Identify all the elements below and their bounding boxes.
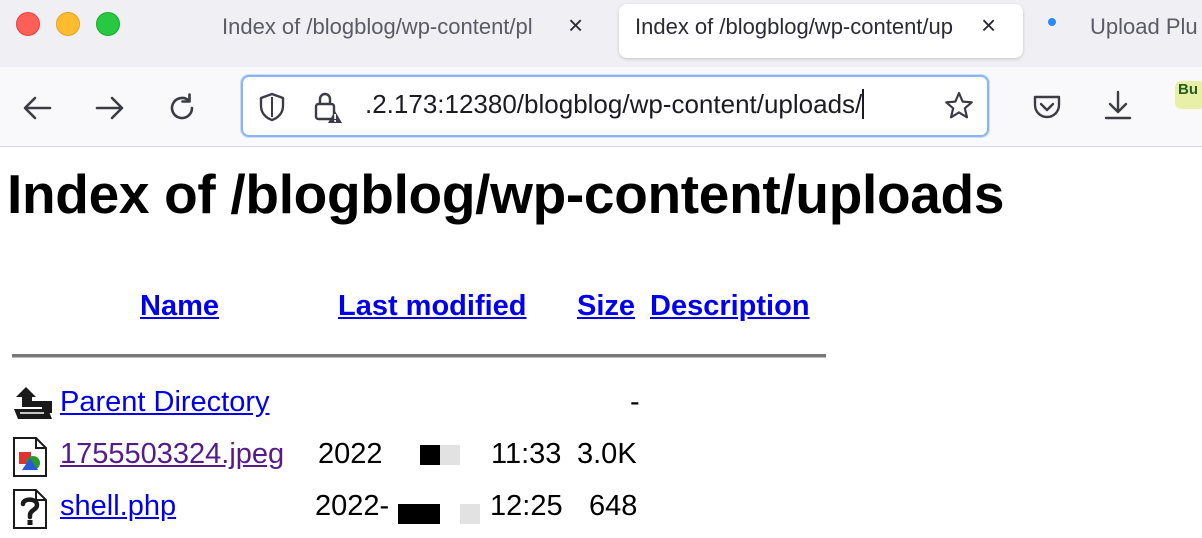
tab-title: Index of /blogblog/wp-content/pl bbox=[222, 14, 533, 39]
redaction-block bbox=[420, 445, 440, 465]
row-size: 3.0K bbox=[577, 438, 637, 470]
redaction-block bbox=[460, 504, 480, 524]
column-header-description[interactable]: Description bbox=[650, 290, 810, 323]
row-time: 12:25 bbox=[490, 490, 563, 522]
extension-icon[interactable]: Bu bbox=[1175, 81, 1202, 109]
tab-loading-dot-icon bbox=[1048, 18, 1056, 26]
tab-uploads-index[interactable]: Index of /blogblog/wp-content/up × bbox=[619, 4, 1023, 58]
downloads-icon[interactable] bbox=[1102, 89, 1134, 123]
redaction-block bbox=[440, 445, 460, 465]
header-divider bbox=[12, 354, 826, 358]
row-time: 11:33 bbox=[491, 438, 562, 470]
page-title: Index of /blogblog/wp-content/uploads bbox=[7, 163, 1005, 225]
parent-directory-link[interactable]: Parent Directory bbox=[60, 386, 270, 419]
navigation-toolbar: .2.173:12380/blogblog/wp-content/uploads… bbox=[0, 67, 1202, 147]
file-link-jpeg[interactable]: 1755503324.jpeg bbox=[60, 438, 284, 471]
back-folder-icon bbox=[14, 387, 52, 419]
reload-icon[interactable] bbox=[165, 91, 199, 125]
tab-close-icon[interactable]: × bbox=[568, 10, 583, 41]
bookmark-star-icon[interactable] bbox=[943, 90, 975, 122]
column-header-size[interactable]: Size bbox=[577, 290, 635, 323]
tab-upload-plugin[interactable]: Upload Plu bbox=[1040, 4, 1202, 58]
column-header-last-modified[interactable]: Last modified bbox=[338, 290, 527, 323]
image-file-icon bbox=[13, 437, 47, 477]
tab-plugins-index[interactable]: Index of /blogblog/wp-content/pl × bbox=[210, 4, 602, 58]
url-value: .2.173:12380/blogblog/wp-content/uploads… bbox=[365, 89, 863, 119]
insecure-lock-icon[interactable] bbox=[311, 89, 345, 125]
column-header-name[interactable]: Name bbox=[140, 290, 219, 323]
pocket-icon[interactable] bbox=[1031, 92, 1063, 122]
file-link-shell-php[interactable]: shell.php bbox=[60, 490, 176, 523]
row-date: 2022 bbox=[318, 438, 383, 470]
tab-strip: Index of /blogblog/wp-content/pl × Index… bbox=[0, 0, 1202, 67]
tab-close-icon[interactable]: × bbox=[981, 10, 996, 41]
tracking-shield-icon[interactable] bbox=[257, 91, 287, 123]
row-size: 648 bbox=[589, 490, 638, 522]
row-size: - bbox=[630, 386, 640, 418]
row-date: 2022- bbox=[315, 490, 390, 522]
unknown-file-icon bbox=[13, 489, 47, 529]
url-text[interactable]: .2.173:12380/blogblog/wp-content/uploads… bbox=[365, 89, 865, 120]
window-close-button[interactable] bbox=[16, 12, 40, 36]
window-maximize-button[interactable] bbox=[96, 12, 120, 36]
forward-arrow-icon[interactable] bbox=[93, 91, 127, 125]
tab-title: Index of /blogblog/wp-content/up bbox=[635, 14, 954, 39]
text-caret bbox=[862, 89, 865, 119]
window-minimize-button[interactable] bbox=[56, 12, 80, 36]
tab-title: Upload Plu bbox=[1090, 14, 1198, 39]
redaction-block bbox=[398, 504, 440, 524]
back-arrow-icon[interactable] bbox=[20, 91, 54, 125]
address-bar[interactable]: .2.173:12380/blogblog/wp-content/uploads… bbox=[241, 75, 989, 137]
